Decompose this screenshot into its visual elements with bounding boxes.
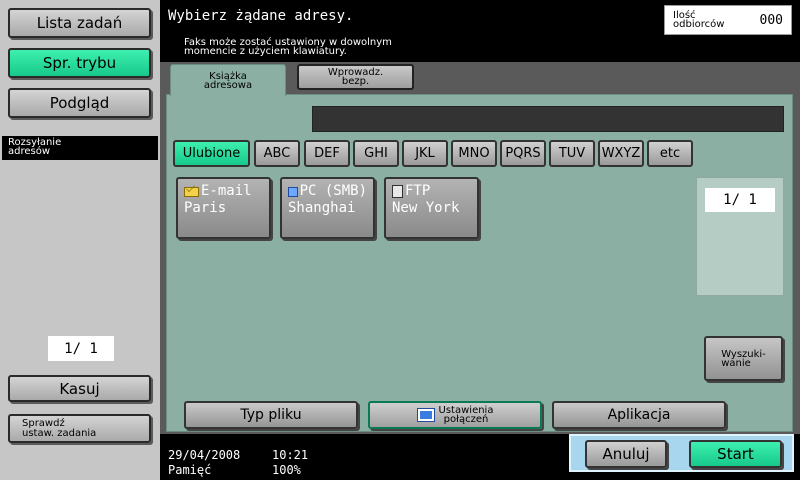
page-indicator: 1/ 1 bbox=[705, 188, 775, 212]
destination-type: E-mail bbox=[201, 183, 252, 199]
page-subtitle: Faks może zostać ustawiony w dowolnym mo… bbox=[184, 37, 392, 57]
index-tab-jkl[interactable]: JKL bbox=[402, 140, 448, 167]
mode-check-button[interactable]: Spr. trybu bbox=[8, 48, 151, 78]
destination-name: Paris bbox=[184, 200, 227, 216]
recipients-label: Ilość odbiorców bbox=[673, 10, 725, 30]
destination-type: PC (SMB) bbox=[299, 183, 367, 199]
recipients-count: 000 bbox=[759, 12, 783, 28]
index-tab-mno[interactable]: MNO bbox=[451, 140, 497, 167]
date: 29/04/2008 bbox=[168, 448, 241, 462]
recipients-counter: Ilość odbiorców 000 bbox=[664, 5, 792, 35]
destination-shanghai[interactable]: PC (SMB) Shanghai bbox=[280, 177, 375, 239]
delete-button[interactable]: Kasuj bbox=[8, 375, 151, 402]
file-type-button[interactable]: Typ pliku bbox=[184, 401, 358, 429]
tab-address-book[interactable]: Książka adresowa bbox=[170, 64, 286, 96]
index-tab-tuv[interactable]: TUV bbox=[549, 140, 595, 167]
destination-type: FTP bbox=[405, 183, 431, 199]
application-button[interactable]: Aplikacja bbox=[552, 401, 726, 429]
date-time-memory: 29/04/2008 10:21 Pamięć 100% bbox=[168, 448, 308, 478]
current-mode-label: Rozsyłanie adresów bbox=[2, 136, 158, 160]
index-tab-abc[interactable]: ABC bbox=[254, 140, 300, 167]
address-display-field bbox=[312, 106, 784, 132]
memory-label: Pamięć bbox=[168, 463, 212, 477]
index-tab-pqrs[interactable]: PQRS bbox=[500, 140, 546, 167]
tab-manual-input[interactable]: Wprowadz. bezp. bbox=[297, 64, 414, 90]
index-tab-favorites[interactable]: Ulubione bbox=[173, 140, 250, 167]
connection-settings-label: Ustawienia połączeń bbox=[438, 405, 494, 425]
destination-name: New York bbox=[392, 200, 460, 216]
check-job-settings-button[interactable]: Sprawdź ustaw. zadania bbox=[8, 414, 151, 443]
preview-button[interactable]: Podgląd bbox=[8, 88, 151, 118]
time: 10:21 bbox=[272, 448, 309, 462]
connection-settings-button[interactable]: Ustawienia połączeń bbox=[368, 401, 542, 429]
index-tab-wxyz[interactable]: WXYZ bbox=[598, 140, 644, 167]
destination-paris[interactable]: E-mail Paris bbox=[176, 177, 271, 239]
memory-value: 100% bbox=[272, 463, 301, 477]
search-button[interactable]: Wyszuki- wanie bbox=[704, 336, 783, 381]
page-title: Wybierz żądane adresy. bbox=[168, 8, 354, 24]
destination-name: Shanghai bbox=[288, 200, 356, 216]
index-tab-ghi[interactable]: GHI bbox=[353, 140, 399, 167]
left-page-indicator: 1/ 1 bbox=[48, 336, 114, 361]
destination-new-york[interactable]: FTP New York bbox=[384, 177, 479, 239]
connection-icon bbox=[416, 408, 435, 422]
index-tab-def[interactable]: DEF bbox=[304, 140, 350, 167]
mail-icon bbox=[184, 186, 199, 197]
start-button[interactable]: Start bbox=[689, 440, 782, 468]
job-list-button[interactable]: Lista zadań bbox=[8, 8, 151, 38]
pc-icon bbox=[288, 186, 298, 197]
index-tab-etc[interactable]: etc bbox=[647, 140, 693, 167]
ftp-icon bbox=[392, 185, 403, 198]
cancel-button[interactable]: Anuluj bbox=[585, 440, 667, 468]
